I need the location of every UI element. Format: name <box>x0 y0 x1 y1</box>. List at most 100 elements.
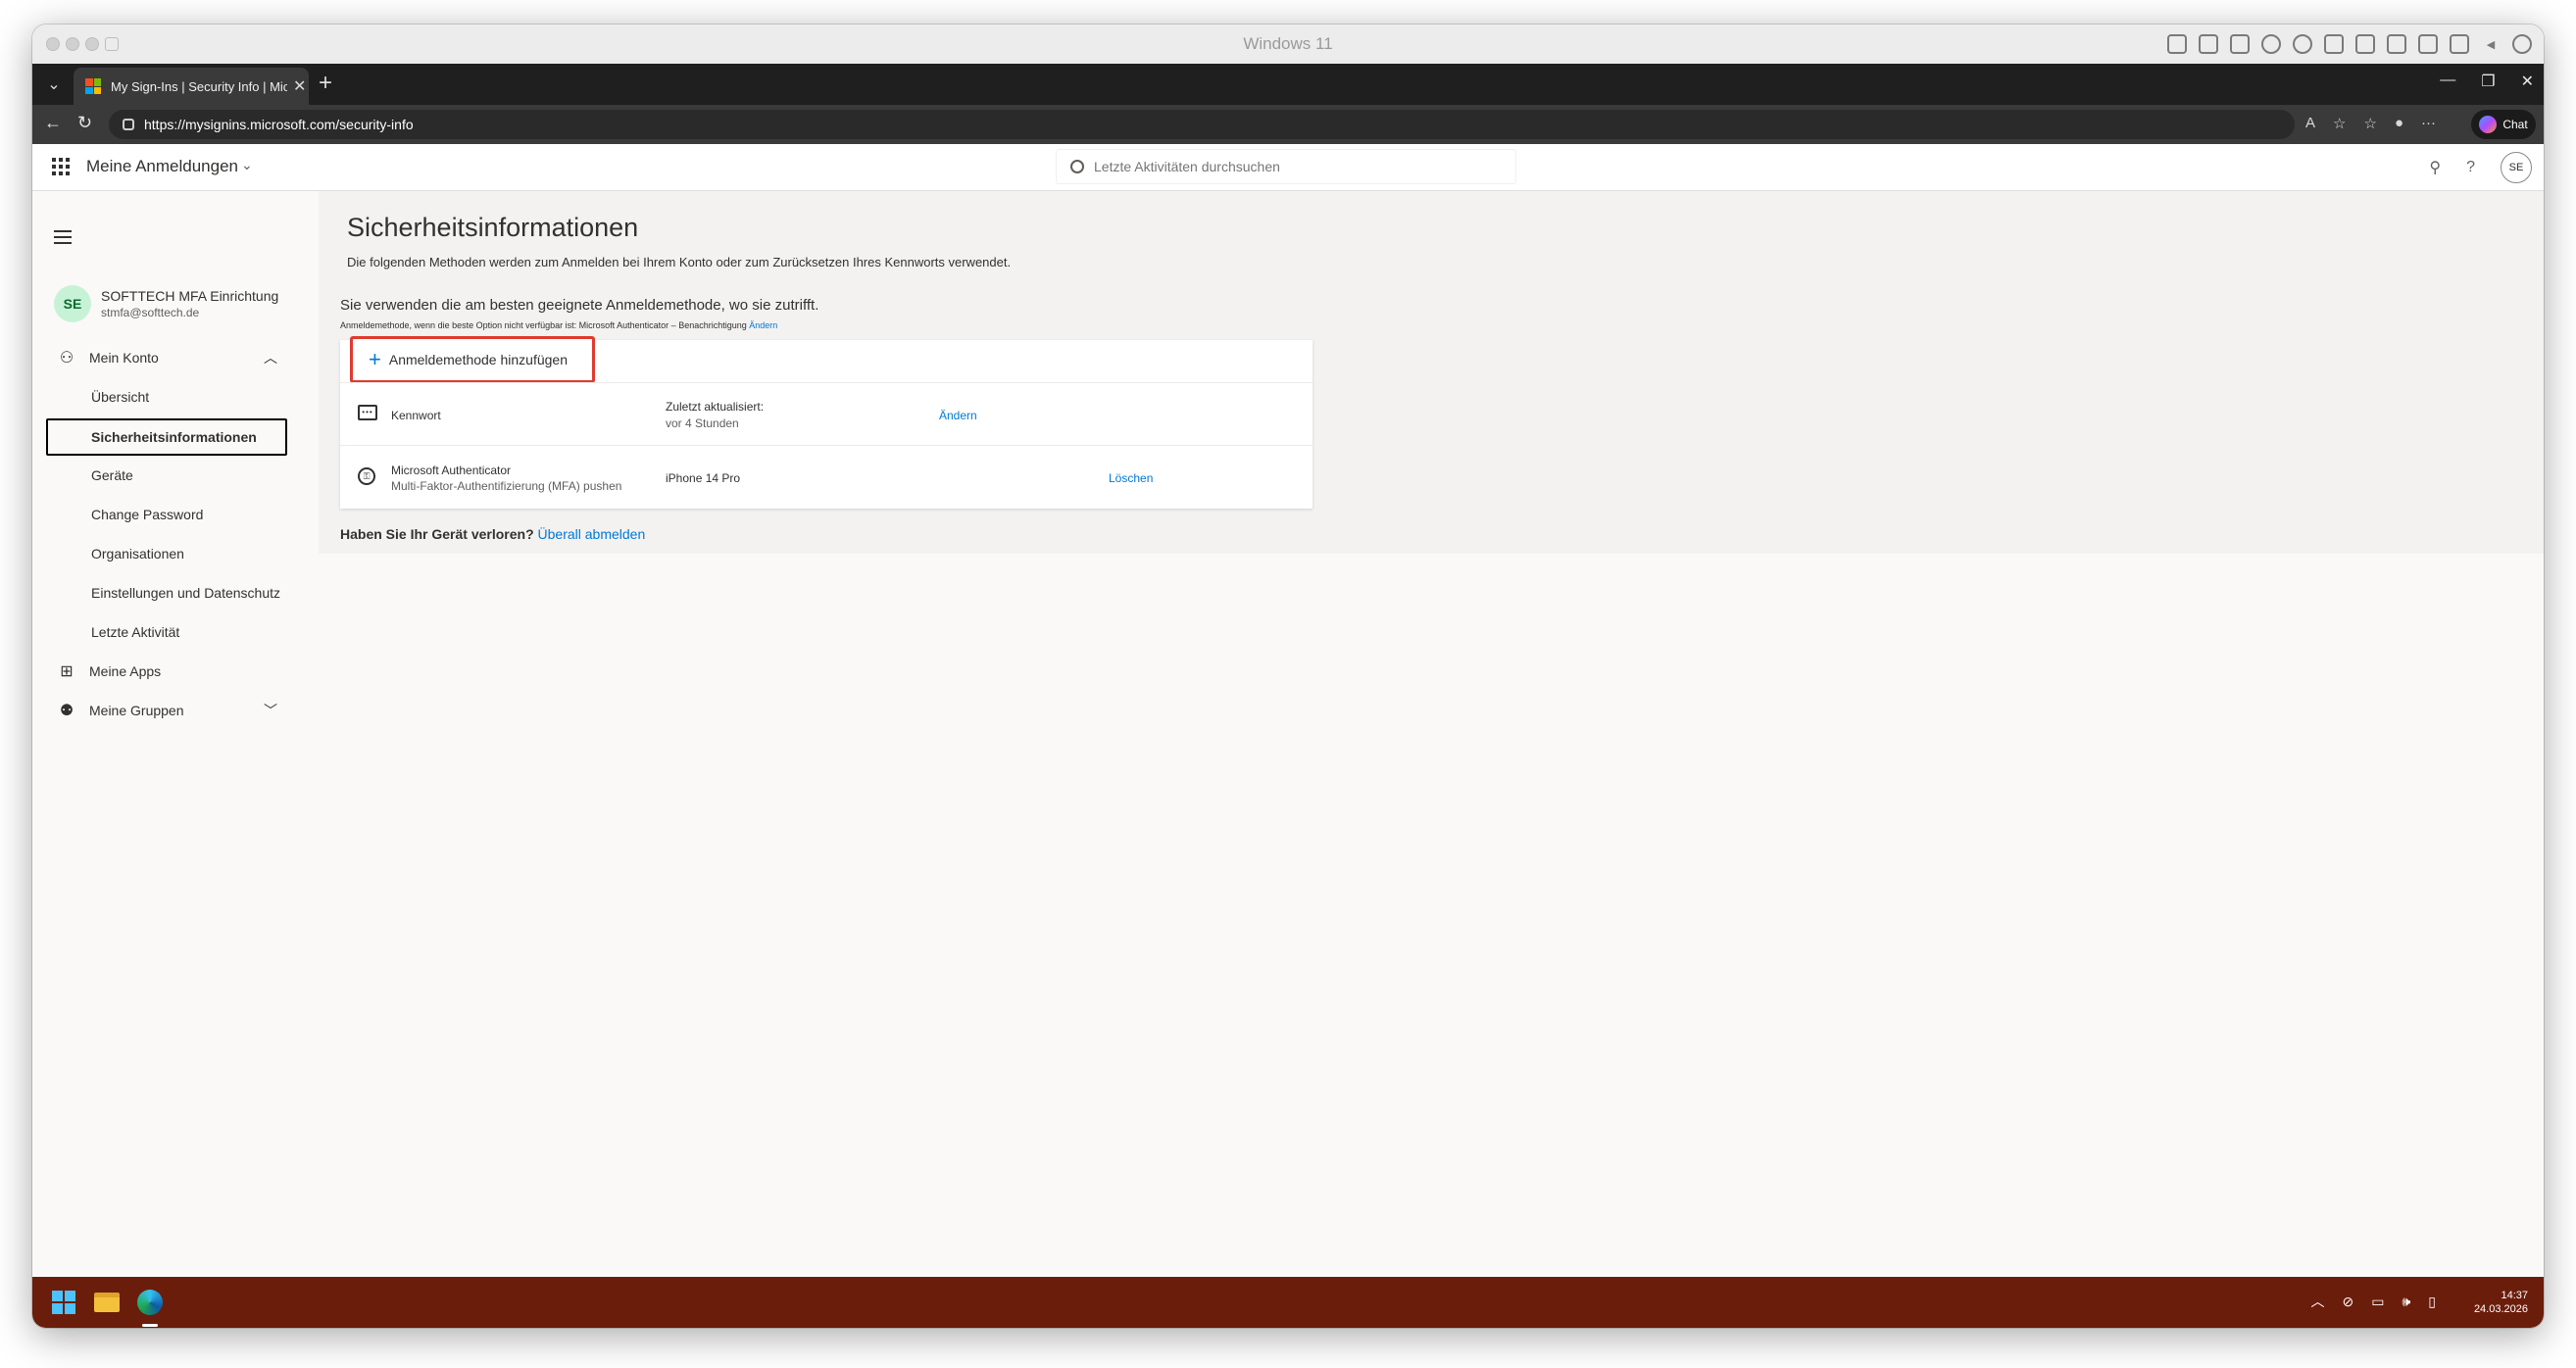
browser-tab-active[interactable]: My Sign-Ins | Security Info | Micro ✕ <box>74 68 309 105</box>
taskbar-clock[interactable]: 14:37 24.03.2026 <box>2474 1289 2528 1316</box>
method-row-password: ••• Kennwort Zuletzt aktualisiert: vor 4… <box>340 382 1313 445</box>
chevron-down-icon[interactable]: ﹀ <box>264 701 277 720</box>
sidebar-item-einstellungen[interactable]: Einstellungen und Datenschutz <box>32 576 319 610</box>
refresh-icon[interactable]: ↻ <box>77 113 92 133</box>
user-name: SOFTTECH MFA Einrichtung <box>101 288 279 304</box>
microsoft-logo-icon <box>85 78 101 94</box>
profile-icon[interactable]: ● <box>2395 115 2403 132</box>
sidebar-item-label: Übersicht <box>91 389 150 405</box>
default-method-text: Sie verwenden die am besten geeignete An… <box>340 297 819 314</box>
usb-icon[interactable] <box>2230 34 2250 54</box>
gear-icon[interactable] <box>2512 34 2532 54</box>
sidebar-item-mein-konto[interactable]: ⚇ Mein Konto ︿ <box>32 341 319 374</box>
system-tray: ︿ ⊘ ▭ 🕪 ▯ <box>2310 1292 2436 1311</box>
battery-icon[interactable]: ▯ <box>2428 1294 2436 1310</box>
file-explorer-icon[interactable] <box>91 1287 123 1318</box>
search-input[interactable] <box>1094 159 1506 174</box>
keyboard-icon[interactable] <box>2167 34 2187 54</box>
tab-actions-chevron-icon[interactable]: ⌄ <box>40 71 68 98</box>
chevron-down-icon[interactable]: ⌄ <box>241 157 253 173</box>
lock-icon[interactable] <box>123 119 134 130</box>
method-sub: Multi-Faktor-Authentifizierung (MFA) pus… <box>391 479 622 493</box>
app-title[interactable]: Meine Anmeldungen <box>86 157 238 176</box>
groups-icon: ⚉ <box>59 703 74 719</box>
restore-window-icon[interactable]: ❐ <box>2481 72 2495 91</box>
app-launcher-icon[interactable] <box>52 158 70 175</box>
printer-icon[interactable] <box>2387 34 2406 54</box>
sidebar-item-geraete[interactable]: Geräte <box>32 459 319 492</box>
address-bar-actions: A ☆ ☆ ● ··· <box>2305 115 2436 132</box>
speaker-icon[interactable] <box>2324 34 2344 54</box>
add-method-button[interactable]: + Anmeldemethode hinzufügen <box>350 336 595 383</box>
sidebar-item-label: Mein Konto <box>89 350 159 366</box>
sidebar-item-label: Meine Gruppen <box>89 703 184 718</box>
globe-icon[interactable] <box>2293 34 2312 54</box>
back-arrow-icon[interactable]: ← <box>44 113 62 133</box>
start-button[interactable] <box>48 1287 79 1318</box>
volume-icon[interactable]: 🕪 <box>2402 1294 2410 1310</box>
disc-icon[interactable] <box>2261 34 2281 54</box>
new-tab-button[interactable]: + <box>319 72 332 95</box>
sidebar-item-sicherheitsinformationen[interactable]: Sicherheitsinformationen <box>32 420 319 454</box>
favorite-star-icon[interactable]: ☆ <box>2333 115 2346 132</box>
copilot-chat-button[interactable]: Chat <box>2471 110 2536 139</box>
windows-logo-icon <box>52 1291 75 1314</box>
tab-close-icon[interactable]: ✕ <box>293 76 306 96</box>
share-icon[interactable] <box>2450 34 2469 54</box>
sidebar-item-uebersicht[interactable]: Übersicht <box>32 380 319 414</box>
method-detail-label: Zuletzt aktualisiert: <box>666 400 765 414</box>
clock-date: 24.03.2026 <box>2473 1303 2528 1315</box>
sidebar-item-label: Organisationen <box>91 546 184 562</box>
help-icon[interactable]: ? <box>2466 159 2475 176</box>
main-content: Sicherheitsinformationen Die folgenden M… <box>319 191 2544 554</box>
edge-browser-icon[interactable] <box>134 1287 166 1318</box>
hamburger-menu-icon[interactable] <box>54 230 72 244</box>
user-card: SE SOFTTECH MFA Einrichtung stmfa@softte… <box>54 285 278 322</box>
vm-titlebar: Windows 11 ◀ <box>32 24 2544 64</box>
address-bar[interactable]: https://mysignins.microsoft.com/security… <box>109 110 2295 139</box>
vm-window: Windows 11 ◀ ⌄ My Sign-Ins | Security In… <box>32 24 2544 1328</box>
clock-time: 14:37 <box>2501 1290 2528 1301</box>
vm-toolbar: ◀ <box>2167 34 2532 54</box>
url-text[interactable]: https://mysignins.microsoft.com/security… <box>144 117 414 132</box>
sidebar-item-change-password[interactable]: Change Password <box>32 498 319 531</box>
sidebar-item-meine-gruppen[interactable]: ⚉ Meine Gruppen ﹀ <box>32 694 319 727</box>
chevron-up-icon[interactable]: ︿ <box>264 348 277 367</box>
camera-icon[interactable] <box>2418 34 2438 54</box>
avatar[interactable]: SE <box>2501 152 2532 183</box>
tray-overflow-chevron-icon[interactable]: ︿ <box>2310 1292 2324 1311</box>
sidebar: SE SOFTTECH MFA Einrichtung stmfa@softte… <box>32 191 319 1300</box>
display-icon[interactable]: ▭ <box>2371 1294 2384 1310</box>
sidebar-item-label: Geräte <box>91 467 133 483</box>
default-method-sub-text: Anmeldemethode, wenn die beste Option ni… <box>340 320 747 330</box>
sidebar-item-meine-apps[interactable]: ⊞ Meine Apps <box>32 655 319 688</box>
web-page: Meine Anmeldungen ⌄ ⚲ ? SE SE SOFTTECH M… <box>32 144 2544 1300</box>
network-off-icon[interactable]: ⊘ <box>2342 1294 2353 1310</box>
delete-authenticator-link[interactable]: Löschen <box>1109 471 1153 485</box>
favorites-icon[interactable]: ☆ <box>2363 115 2376 132</box>
header-actions: ⚲ ? SE <box>2429 152 2532 183</box>
minimize-window-icon[interactable]: — <box>2440 72 2455 91</box>
search-box[interactable] <box>1057 150 1515 183</box>
cpu-icon[interactable] <box>2199 34 2218 54</box>
read-aloud-icon[interactable]: A <box>2305 115 2315 132</box>
address-bar-row: ← ↻ https://mysignins.microsoft.com/secu… <box>32 105 2544 144</box>
sign-out-everywhere-link[interactable]: Überall abmelden <box>538 526 646 542</box>
copilot-icon <box>2479 116 2498 133</box>
microphone-icon[interactable] <box>2355 34 2375 54</box>
close-window-icon[interactable]: ✕ <box>2521 72 2534 91</box>
change-default-method-link[interactable]: Ändern <box>749 320 777 330</box>
sidebar-item-letzte-aktivitaet[interactable]: Letzte Aktivität <box>32 615 319 649</box>
user-avatar: SE <box>54 285 91 322</box>
organization-icon[interactable]: ⚲ <box>2429 158 2441 177</box>
sidebar-item-organisationen[interactable]: Organisationen <box>32 537 319 570</box>
browser-tab-bar: ⌄ My Sign-Ins | Security Info | Micro ✕ … <box>32 64 2544 105</box>
search-icon <box>1070 160 1084 173</box>
user-email: stmfa@softtech.de <box>101 306 200 319</box>
sidebar-item-label: Change Password <box>91 507 204 522</box>
more-options-icon[interactable]: ··· <box>2421 115 2436 132</box>
app-header: Meine Anmeldungen ⌄ ⚲ ? SE <box>32 144 2544 191</box>
change-password-link[interactable]: Ändern <box>939 409 977 422</box>
play-back-icon[interactable]: ◀ <box>2481 34 2501 54</box>
page-title: Sicherheitsinformationen <box>347 213 639 242</box>
